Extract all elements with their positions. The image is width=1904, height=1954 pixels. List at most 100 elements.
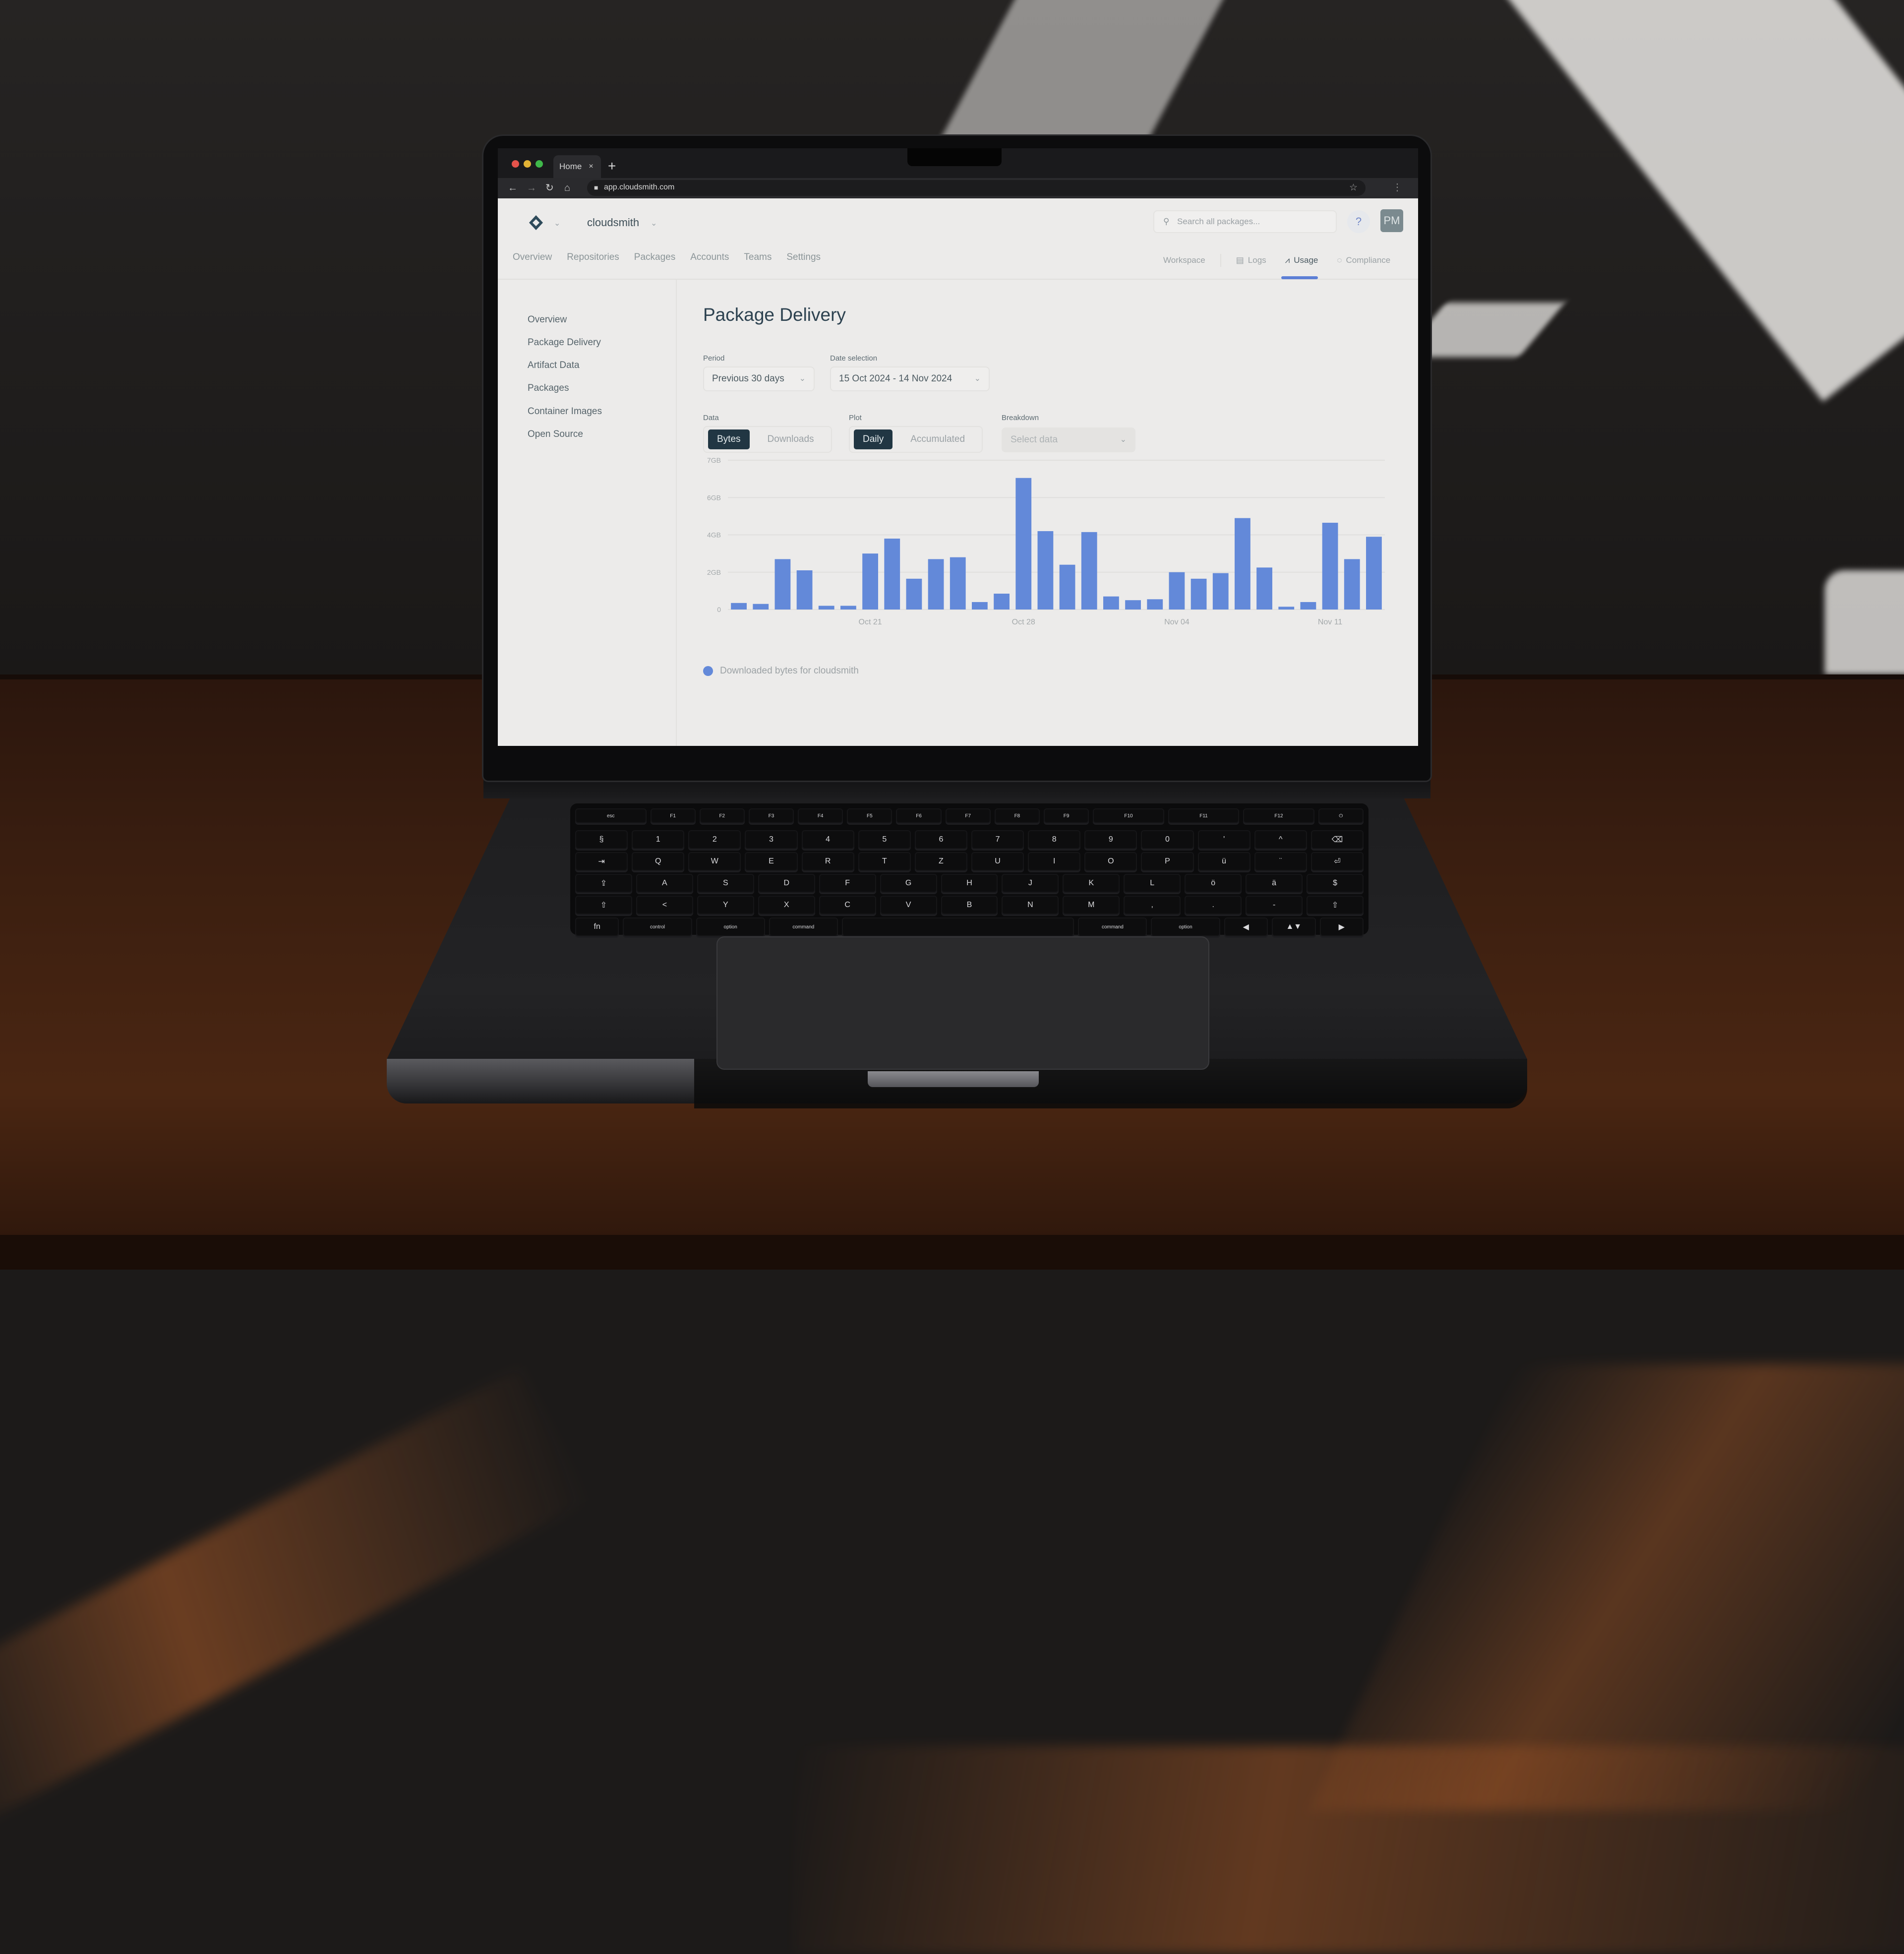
sidebar-item-artifact-data[interactable]: Artifact Data	[528, 360, 580, 371]
data-option-downloads[interactable]: Downloads	[759, 429, 823, 449]
key[interactable]: 1	[632, 830, 685, 849]
key[interactable]: N	[1002, 896, 1059, 915]
nav-logs[interactable]: ▤ Logs	[1236, 255, 1266, 265]
trackpad[interactable]	[716, 936, 1209, 1070]
key[interactable]: F4	[798, 808, 843, 823]
key[interactable]: ö	[1185, 874, 1242, 893]
key[interactable]: F11	[1168, 808, 1240, 823]
nav-workspace[interactable]: Workspace	[1163, 255, 1205, 265]
key[interactable]: ⇪	[575, 874, 632, 893]
key[interactable]: ä	[1246, 874, 1303, 893]
key[interactable]: F7	[945, 808, 991, 823]
legend-label[interactable]: Downloaded bytes for cloudsmith	[720, 666, 859, 676]
org-caret-icon[interactable]: ⌄	[651, 218, 657, 228]
key[interactable]: '	[1197, 830, 1250, 849]
key[interactable]: F8	[994, 808, 1040, 823]
key[interactable]: T	[858, 852, 911, 871]
key[interactable]: 6	[914, 830, 967, 849]
key[interactable]: 9	[1084, 830, 1137, 849]
sidebar-item-open-source[interactable]: Open Source	[528, 429, 583, 440]
key[interactable]: command	[769, 917, 838, 936]
key[interactable]: S	[697, 874, 754, 893]
key[interactable]: option	[696, 917, 765, 936]
key[interactable]: Y	[697, 896, 754, 915]
key[interactable]: F9	[1044, 808, 1089, 823]
key[interactable]: ¨	[1254, 852, 1307, 871]
key[interactable]: esc	[575, 808, 647, 823]
key[interactable]: A	[636, 874, 693, 893]
key[interactable]: P	[1141, 852, 1194, 871]
key[interactable]: 2	[688, 830, 741, 849]
key[interactable]: control	[623, 917, 692, 936]
key[interactable]: ⌫	[1310, 830, 1364, 849]
key[interactable]: option	[1151, 917, 1220, 936]
key[interactable]: F2	[699, 808, 745, 823]
key[interactable]: ^	[1254, 830, 1307, 849]
maximize-window-button[interactable]	[536, 160, 543, 168]
key[interactable]: ü	[1197, 852, 1250, 871]
key[interactable]: 8	[1028, 830, 1081, 849]
reload-icon[interactable]: ↻	[545, 182, 554, 194]
key[interactable]: I	[1028, 852, 1081, 871]
key[interactable]: fn	[575, 917, 619, 936]
key[interactable]: ⇧	[575, 896, 632, 915]
space-key[interactable]	[841, 917, 1074, 936]
key[interactable]: 0	[1141, 830, 1194, 849]
key[interactable]: §	[575, 830, 628, 849]
nav-overview[interactable]: Overview	[513, 252, 552, 263]
nav-settings[interactable]: Settings	[786, 252, 821, 263]
key[interactable]: E	[745, 852, 798, 871]
key[interactable]: ▲▼	[1272, 917, 1316, 936]
help-button[interactable]: ?	[1347, 210, 1370, 233]
address-bar[interactable]: ■ app.cloudsmith.com ☆	[587, 180, 1366, 196]
back-icon[interactable]: ←	[508, 182, 518, 194]
key[interactable]: D	[758, 874, 815, 893]
key[interactable]: 7	[971, 830, 1024, 849]
cloudsmith-logo-icon[interactable]	[528, 214, 544, 231]
close-window-button[interactable]	[512, 160, 519, 168]
key[interactable]: 5	[858, 830, 911, 849]
key[interactable]: Z	[914, 852, 967, 871]
key[interactable]: M	[1063, 896, 1120, 915]
date-range-select[interactable]: 15 Oct 2024 - 14 Nov 2024 ⌄	[830, 366, 990, 391]
key[interactable]: F10	[1093, 808, 1164, 823]
key[interactable]: ▶	[1319, 917, 1364, 936]
key[interactable]: C	[819, 896, 876, 915]
key[interactable]: L	[1124, 874, 1181, 893]
nav-compliance[interactable]: ◌ Compliance	[1337, 255, 1390, 265]
minimize-window-button[interactable]	[524, 160, 531, 168]
browser-tab-home[interactable]: Home ×	[553, 155, 601, 178]
home-icon[interactable]: ⌂	[564, 182, 570, 194]
key[interactable]: Q	[632, 852, 685, 871]
key[interactable]: F3	[748, 808, 794, 823]
plot-option-daily[interactable]: Daily	[854, 429, 893, 449]
key[interactable]: .	[1185, 896, 1242, 915]
key[interactable]: command	[1078, 917, 1147, 936]
search-input[interactable]: ⚲ Search all packages...	[1153, 210, 1337, 233]
key[interactable]: O	[1084, 852, 1137, 871]
key[interactable]: B	[941, 896, 998, 915]
key[interactable]: G	[880, 874, 937, 893]
data-option-bytes[interactable]: Bytes	[708, 429, 750, 449]
new-tab-button[interactable]: +	[608, 159, 616, 173]
workspace-caret-icon[interactable]: ⌄	[554, 218, 560, 228]
key[interactable]: $	[1307, 874, 1364, 893]
key[interactable]: K	[1063, 874, 1120, 893]
period-select[interactable]: Previous 30 days ⌄	[703, 366, 815, 391]
key[interactable]: F5	[847, 808, 892, 823]
key[interactable]: F12	[1243, 808, 1314, 823]
forward-icon[interactable]: →	[527, 182, 536, 194]
sidebar-item-package-delivery[interactable]: Package Delivery	[528, 337, 601, 348]
key[interactable]: ⇧	[1307, 896, 1364, 915]
key[interactable]: 4	[801, 830, 854, 849]
close-tab-icon[interactable]: ×	[589, 162, 593, 171]
key[interactable]: F	[819, 874, 876, 893]
sidebar-item-container-images[interactable]: Container Images	[528, 406, 602, 417]
key[interactable]: F6	[896, 808, 942, 823]
sidebar-item-overview[interactable]: Overview	[528, 314, 567, 325]
key[interactable]: ⇥	[575, 852, 628, 871]
key[interactable]: X	[758, 896, 815, 915]
key[interactable]: R	[801, 852, 854, 871]
key[interactable]: ,	[1124, 896, 1181, 915]
nav-usage[interactable]: ⩘ Usage	[1281, 255, 1318, 279]
